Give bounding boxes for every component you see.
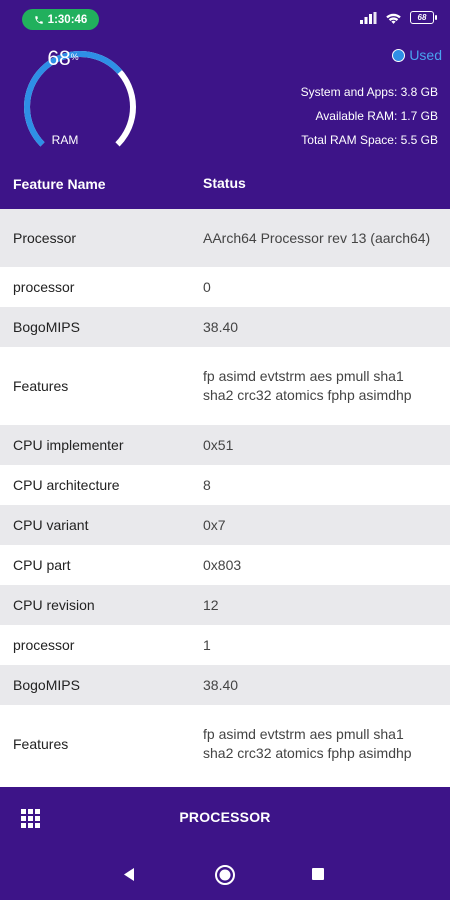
feature-name: CPU implementer <box>13 437 124 453</box>
table-row: BogoMIPS 38.40 <box>0 307 450 347</box>
feature-name: Features <box>13 378 69 394</box>
feature-name: processor <box>13 637 75 653</box>
status-icons: 68 <box>360 11 437 24</box>
feature-status: AArch64 Processor rev 13 (aarch64) <box>203 229 431 246</box>
available-ram-stat: Available RAM: 1.7 GB <box>315 109 438 123</box>
feature-name: processor <box>13 279 75 295</box>
phone-icon <box>34 15 43 24</box>
ram-stats: System and Apps: 3.8 GB Available RAM: 1… <box>301 80 438 152</box>
feature-status: 38.40 <box>203 318 239 335</box>
back-icon[interactable] <box>122 867 136 882</box>
table-row: Features fp asimd evtstrm aes pmull sha1… <box>0 347 450 425</box>
table-row: CPU part 0x803 <box>0 545 450 585</box>
table-row: processor 0 <box>0 267 450 307</box>
feature-status: 12 <box>203 596 219 613</box>
table-row: BogoMIPS 38.40 <box>0 665 450 705</box>
feature-status: 0x803 <box>203 556 242 573</box>
feature-status: fp asimd evtstrm aes pmull sha1 sha2 crc… <box>203 368 412 403</box>
header-status: Status <box>203 175 246 191</box>
section-title: PROCESSOR <box>179 809 271 825</box>
feature-status: fp asimd evtstrm aes pmull sha1 sha2 crc… <box>203 726 412 761</box>
feature-name: Features <box>13 736 69 752</box>
used-legend-label: Used <box>409 47 442 63</box>
ram-percent: 68% <box>38 48 88 70</box>
table-row: CPU implementer 0x51 <box>0 425 450 465</box>
system-nav-bar <box>0 850 450 900</box>
table-header: Feature Name Status <box>0 158 450 209</box>
feature-status: 8 <box>203 476 211 493</box>
percent-sign: % <box>70 52 79 62</box>
feature-name: CPU variant <box>13 517 89 533</box>
table-row: Features fp asimd evtstrm aes pmull sha1… <box>0 705 450 783</box>
ongoing-call-chip[interactable]: 1:30:46 <box>22 9 99 30</box>
bottom-app-bar: PROCESSOR <box>0 787 450 850</box>
battery-level: 68 <box>417 13 427 22</box>
wifi-icon <box>386 13 401 24</box>
ram-label: RAM <box>51 133 79 147</box>
system-apps-stat: System and Apps: 3.8 GB <box>300 85 438 99</box>
header-feature-name: Feature Name <box>13 175 106 192</box>
used-legend: Used <box>392 47 442 63</box>
feature-status: 0 <box>203 278 211 295</box>
table-row: CPU architecture 8 <box>0 465 450 505</box>
home-icon[interactable] <box>214 864 236 886</box>
ram-header: 1:30:46 68 68% RAM Used System and Apps:… <box>0 0 450 158</box>
feature-name: CPU revision <box>13 597 95 613</box>
feature-name: CPU architecture <box>13 477 120 493</box>
recents-icon[interactable] <box>311 867 325 881</box>
total-ram-stat: Total RAM Space: 5.5 GB <box>301 133 438 147</box>
feature-status: 38.40 <box>203 676 239 693</box>
feature-name: Processor <box>13 230 77 246</box>
feature-name: BogoMIPS <box>13 677 80 693</box>
feature-status: 1 <box>203 636 211 653</box>
table-row: Processor AArch64 Processor rev 13 (aarc… <box>0 209 450 267</box>
feature-name: CPU part <box>13 557 71 573</box>
call-timer: 1:30:46 <box>47 13 88 26</box>
battery-icon: 68 <box>410 11 437 24</box>
table-row: processor 1 <box>0 625 450 665</box>
signal-icon <box>360 11 377 24</box>
feature-status: 0x51 <box>203 436 234 453</box>
feature-status: 0x7 <box>203 516 226 533</box>
used-legend-dot <box>392 48 406 62</box>
processor-table: Feature Name Status Processor AArch64 Pr… <box>0 158 450 783</box>
table-row: CPU variant 0x7 <box>0 505 450 545</box>
feature-name: BogoMIPS <box>13 319 80 335</box>
table-row: CPU revision 12 <box>0 585 450 625</box>
ram-percent-value: 68 <box>47 47 71 70</box>
